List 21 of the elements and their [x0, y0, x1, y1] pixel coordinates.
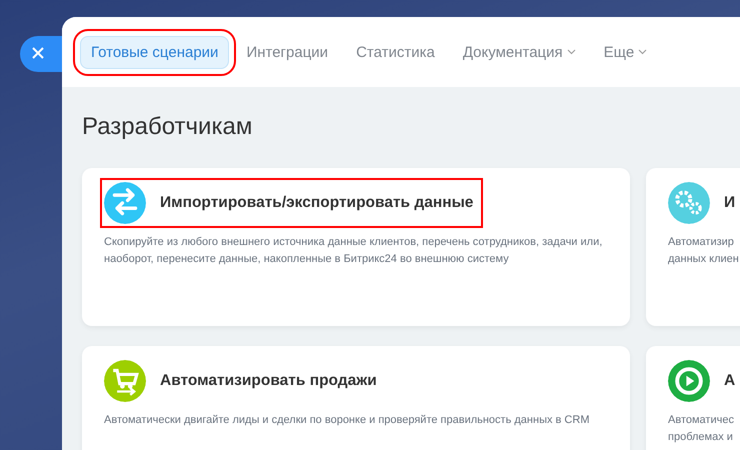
scenario-card[interactable]: Автоматизировать продажи Автоматически двигайте лиды и сделки по воронке и проверяйте правильность данных в CRM — [82, 346, 630, 450]
tab[interactable]: Статистика — [345, 36, 446, 68]
close-icon — [32, 46, 44, 58]
close-button[interactable] — [20, 36, 62, 72]
tab[interactable]: Документация — [452, 36, 587, 68]
card-description: Скопируйте из любого внешнего источника данные клиентов, перечень сотрудников, задачи или, наоборот, перенесите данные, накопленные в Битрикс24 во внешнюю систему — [103, 235, 604, 267]
chevron-down-icon — [566, 49, 576, 55]
chevron-down-icon — [638, 49, 648, 55]
tab[interactable]: Еще — [592, 36, 658, 68]
card-description: Автоматически двигайте лиды и сделки по воронке и проверяйте правильность данных в CRM — [103, 413, 590, 428]
card-title: И — [724, 194, 736, 212]
scenario-card[interactable]: Импортировать/экспортировать данные Скопируйте из любого внешнего источника данные клиентов, перечень сотрудников, задачи или, наоборот, перенесите данные, накопленные в Битрикс24 во внешнюю систему — [82, 168, 630, 326]
card-title: Импортировать/экспортировать данные — [160, 194, 474, 212]
card-description: Автоматизир данных клиен — [667, 235, 740, 267]
tab[interactable]: Интеграции — [235, 36, 340, 68]
card-title: Автоматизировать продажи — [160, 372, 377, 390]
card-title: А — [724, 372, 736, 390]
card-description: Автоматичес проблемах и — [667, 413, 735, 445]
scenario-card[interactable]: И Автоматизир данных клиен — [646, 168, 740, 326]
scenario-card[interactable]: А Автоматичес проблемах и — [646, 346, 740, 450]
page-heading: Разработчикам — [81, 112, 254, 142]
